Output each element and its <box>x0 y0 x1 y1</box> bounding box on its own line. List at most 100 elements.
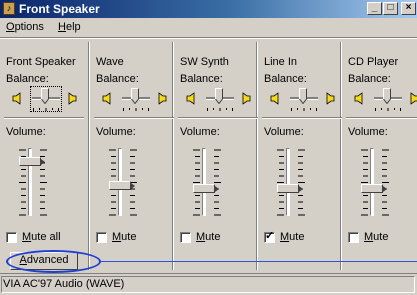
balance-thumb[interactable] <box>131 88 139 104</box>
volume-control-window: ♪ Front Speaker _ □ × Options Help Front… <box>0 0 417 295</box>
balance-ticks <box>291 108 317 111</box>
balance-label: Balance: <box>180 73 223 85</box>
close-icon: × <box>405 2 412 13</box>
minimize-icon: _ <box>371 2 378 13</box>
volume-label: Volume: <box>348 126 388 138</box>
balance-thumb[interactable] <box>299 88 307 104</box>
panel-title: Line In <box>264 56 298 68</box>
volume-track <box>286 148 290 216</box>
panel-divider <box>94 117 174 119</box>
mute-label: Mute <box>112 231 136 243</box>
balance-label: Balance: <box>96 73 139 85</box>
mute-label-rest: ute <box>121 231 137 243</box>
menu-separator <box>0 37 417 39</box>
menu-options-label: ptions <box>14 21 44 33</box>
maximize-icon: □ <box>387 2 394 13</box>
highlight-ellipse <box>6 250 101 273</box>
balance-ticks <box>33 108 59 111</box>
mixer-panel: Front Speaker Balance: Volume: Mute all <box>0 44 86 270</box>
volume-track <box>202 148 206 216</box>
balance-thumb[interactable] <box>383 88 391 104</box>
speaker-right-icon <box>326 92 335 105</box>
balance-slider[interactable] <box>348 86 417 112</box>
volume-thumb[interactable] <box>19 157 45 166</box>
checkmark-icon: ✓ <box>265 230 275 242</box>
volume-label: Volume: <box>180 126 220 138</box>
balance-slider[interactable] <box>264 86 335 112</box>
balance-ticks <box>123 108 149 111</box>
mixer-panel: Line In Balance: Volume: ✓ Mute <box>258 44 344 270</box>
panel-divider <box>262 117 342 119</box>
mute-check-box[interactable] <box>96 232 107 243</box>
mute-label-rest: ute <box>373 231 389 243</box>
mute-check-box[interactable] <box>180 232 191 243</box>
balance-label: Balance: <box>6 73 49 85</box>
window-title: Front Speaker <box>19 2 100 16</box>
volume-label: Volume: <box>6 126 46 138</box>
balance-thumb[interactable] <box>41 88 49 104</box>
mute-label: Mute all <box>22 231 61 243</box>
volume-track <box>370 148 374 216</box>
speaker-left-icon <box>186 92 195 105</box>
mute-mnemonic: M <box>112 231 122 243</box>
mute-label-rest: ute <box>289 231 305 243</box>
mixer-panel: Wave Balance: Volume: Mute <box>90 44 176 270</box>
panel-title: Front Speaker <box>6 56 76 68</box>
panel-title: Wave <box>96 56 124 68</box>
mute-check-box[interactable] <box>348 232 359 243</box>
speaker-left-icon <box>102 92 111 105</box>
volume-ticks <box>277 149 305 216</box>
speaker-left-icon <box>270 92 279 105</box>
menu-help-mnemonic: H <box>58 21 66 33</box>
balance-slider[interactable] <box>6 86 77 112</box>
volume-thumb[interactable] <box>277 184 303 193</box>
menu-help[interactable]: Help <box>58 21 81 33</box>
volume-thumb[interactable] <box>361 184 387 193</box>
app-icon: ♪ <box>3 2 15 15</box>
speaker-right-icon <box>410 92 417 105</box>
panel-title: CD Player <box>348 56 399 68</box>
mixer-panel: CD Player Balance: Volume: Mute <box>342 44 417 270</box>
balance-label: Balance: <box>264 73 307 85</box>
mute-mnemonic: M <box>364 231 374 243</box>
menu-options-mnemonic: O <box>6 21 15 33</box>
speaker-left-icon <box>354 92 363 105</box>
volume-thumb[interactable] <box>193 184 219 193</box>
mute-mnemonic: M <box>22 231 32 243</box>
mute-label: Mute <box>280 231 304 243</box>
mute-check-box[interactable]: ✓ <box>264 230 275 243</box>
mute-mnemonic: M <box>280 231 290 243</box>
balance-ticks <box>375 108 401 111</box>
menu-options[interactable]: Options <box>6 21 44 33</box>
status-bar: VIA AC'97 Audio (WAVE) <box>0 273 417 295</box>
volume-ticks <box>361 149 389 216</box>
panel-title: SW Synth <box>180 56 229 68</box>
volume-label: Volume: <box>96 126 136 138</box>
mute-label: Mute <box>196 231 220 243</box>
volume-ticks <box>193 149 221 216</box>
mute-label: Mute <box>364 231 388 243</box>
speaker-left-icon <box>12 92 21 105</box>
minimize-button[interactable]: _ <box>367 2 382 15</box>
panel-divider <box>178 117 258 119</box>
mute-mnemonic: M <box>196 231 206 243</box>
title-bar[interactable]: ♪ Front Speaker _ □ × <box>0 0 417 18</box>
speaker-right-icon <box>68 92 77 105</box>
close-button[interactable]: × <box>401 2 416 15</box>
balance-ticks <box>207 108 233 111</box>
mixer-panel: SW Synth Balance: Volume: Mute <box>174 44 260 270</box>
menu-help-label: elp <box>65 21 81 33</box>
panel-divider <box>346 117 417 119</box>
volume-thumb[interactable] <box>109 181 135 190</box>
speaker-right-icon <box>158 92 167 105</box>
balance-label: Balance: <box>348 73 391 85</box>
menu-bar: Options Help <box>0 18 417 37</box>
balance-thumb[interactable] <box>215 88 223 104</box>
volume-label: Volume: <box>264 126 304 138</box>
balance-slider[interactable] <box>96 86 167 112</box>
maximize-button[interactable]: □ <box>383 2 398 15</box>
mute-check-box[interactable] <box>6 232 17 243</box>
speaker-right-icon <box>242 92 251 105</box>
mute-label-rest: ute all <box>31 231 61 243</box>
balance-slider[interactable] <box>180 86 251 112</box>
